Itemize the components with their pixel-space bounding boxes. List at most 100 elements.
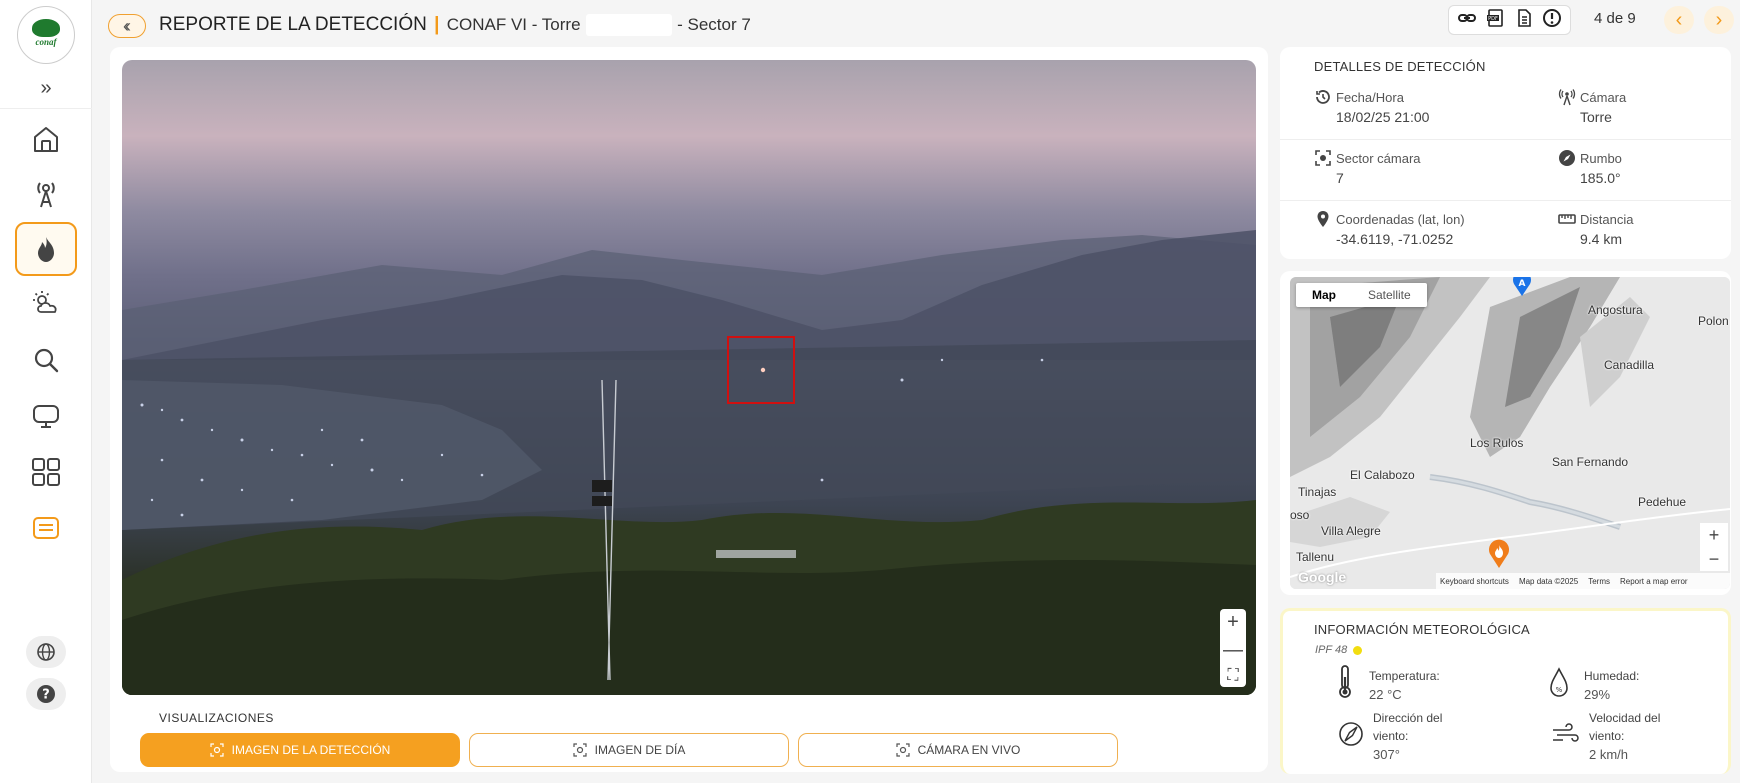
detail-bearing-value: 185.0°	[1580, 170, 1621, 186]
place-label: oso	[1290, 508, 1310, 522]
detail-sector-value: 7	[1336, 170, 1344, 186]
tab-live-camera[interactable]: CÁMARA EN VIVO	[798, 733, 1118, 767]
help-icon: ?	[37, 685, 55, 703]
tab-detection-image-label: IMAGEN DE LA DETECCIÓN	[231, 743, 391, 757]
detail-sector: Sector cámara 7	[1314, 149, 1421, 186]
expand-sidebar-button[interactable]: »	[30, 76, 62, 100]
detail-distance-value: 9.4 km	[1580, 231, 1623, 247]
logo-mark: conaf	[24, 19, 68, 51]
zoom-out-button[interactable]: —	[1223, 639, 1243, 662]
detail-distance: Distancia 9.4 km	[1558, 210, 1633, 247]
zoom-in-button[interactable]: +	[1227, 611, 1239, 634]
report-map-error-link[interactable]: Report a map error	[1620, 577, 1688, 586]
fire-pin-icon	[1489, 539, 1509, 568]
clock-history-icon	[1316, 90, 1330, 104]
report-toolbar: PDF	[1448, 5, 1571, 35]
back-button[interactable]: ‹‹	[108, 14, 146, 38]
map-type-control: Map Satellite	[1296, 283, 1427, 307]
place-label: Tinajas	[1298, 485, 1337, 499]
conaf-logo[interactable]: conaf	[17, 6, 75, 64]
sidebar-item-antennas[interactable]	[15, 167, 77, 221]
title-text: REPORTE DE LA DETECCIÓN	[159, 14, 427, 36]
detail-camera-value: Torre	[1580, 109, 1612, 125]
place-label: Canadilla	[1604, 358, 1655, 372]
wind-speed-icon	[1551, 715, 1579, 758]
place-label: Pedehue	[1638, 495, 1687, 509]
pdf-icon: PDF	[1487, 8, 1504, 27]
map-zoom-out-button[interactable]: −	[1709, 549, 1720, 570]
fire-icon	[38, 237, 54, 262]
place-label: Polon	[1698, 314, 1729, 328]
ipf-value: IPF 48	[1315, 644, 1348, 656]
logo-text: conaf	[35, 37, 57, 47]
wind-speed-value: 2 km/h	[1589, 747, 1629, 762]
weather-heading: INFORMACIÓN METEOROLÓGICA	[1314, 622, 1530, 637]
weather-wind-speed: Velocidad del viento: 2 km/h	[1589, 709, 1660, 762]
map-zoom-in-button[interactable]: +	[1709, 525, 1720, 546]
weather-humidity: Humedad: 29%	[1584, 667, 1639, 702]
monitor-icon	[33, 405, 59, 428]
detection-counter: 4 de 9	[1594, 10, 1636, 27]
detection-photo[interactable]	[122, 60, 1256, 695]
detail-camera: Cámara Torre	[1558, 88, 1626, 125]
tab-day-image[interactable]: IMAGEN DE DÍA	[469, 733, 789, 767]
sidebar-item-dashboard[interactable]	[15, 445, 77, 499]
export-document-button[interactable]	[1514, 8, 1534, 33]
sidebar-item-reports[interactable]	[15, 501, 77, 555]
copy-link-button[interactable]	[1457, 8, 1477, 33]
title-separator: |	[434, 14, 440, 36]
weather-wind-direction: Dirección del viento: 307°	[1373, 709, 1442, 762]
fullscreen-button[interactable]: ⛶	[1227, 667, 1238, 685]
globe-icon	[37, 643, 55, 661]
sidebar-item-monitor[interactable]	[15, 389, 77, 443]
language-button[interactable]	[26, 636, 66, 668]
detail-coordinates-value: -34.6119, -71.0252	[1336, 231, 1454, 247]
location-pin-icon	[1317, 211, 1329, 227]
export-pdf-button[interactable]: PDF	[1485, 8, 1505, 33]
map-type-satellite[interactable]: Satellite	[1352, 283, 1427, 307]
chevrons-right-icon: »	[40, 76, 52, 99]
detail-bearing: Rumbo 185.0°	[1558, 149, 1622, 186]
detection-point	[760, 367, 766, 373]
tab-detection-image[interactable]: IMAGEN DE LA DETECCIÓN	[140, 733, 460, 767]
next-detection-button[interactable]: ›	[1704, 6, 1734, 34]
sidebar: conaf » ?	[0, 0, 92, 783]
humidity-label: Humedad:	[1584, 669, 1640, 683]
previous-detection-button[interactable]: ‹	[1664, 6, 1694, 34]
map-type-map[interactable]: Map	[1296, 283, 1352, 307]
keyboard-shortcuts-link[interactable]: Keyboard shortcuts	[1440, 577, 1509, 586]
help-button[interactable]: ?	[26, 678, 66, 710]
wind-direction-label-1: Dirección del	[1373, 711, 1443, 725]
place-label: Los Rulos	[1470, 436, 1524, 450]
sidebar-item-search[interactable]	[15, 333, 77, 387]
detail-bearing-label: Rumbo	[1580, 150, 1622, 166]
map-zoom-controls: + −	[1700, 523, 1728, 571]
terms-link[interactable]: Terms	[1588, 577, 1610, 586]
ipf-indicator: IPF 48	[1315, 644, 1363, 656]
focus-icon	[1315, 150, 1331, 166]
report-issue-button[interactable]	[1542, 8, 1562, 33]
antenna-icon	[1558, 89, 1576, 106]
details-divider	[1280, 139, 1731, 140]
detail-distance-label: Distancia	[1580, 211, 1634, 227]
detail-datetime-value: 18/02/25 21:00	[1336, 109, 1430, 125]
antenna-icon	[37, 182, 55, 208]
wind-speed-label-2: viento:	[1589, 729, 1625, 743]
tab-day-image-label: IMAGEN DE DÍA	[594, 743, 686, 757]
grid-icon	[32, 458, 60, 486]
camera-marker-label: A	[1519, 279, 1526, 289]
map-card: Map Satellite Angostura Polon Canadilla …	[1280, 271, 1731, 595]
sidebar-item-detections[interactable]	[15, 222, 77, 276]
compass-icon	[1559, 150, 1575, 166]
chevron-right-icon: ›	[1715, 8, 1723, 31]
search-icon	[34, 348, 59, 373]
sidebar-item-weather[interactable]	[15, 277, 77, 331]
detail-coordinates: Coordenadas (lat, lon) -34.6119, -71.025…	[1314, 210, 1465, 247]
detail-sector-label: Sector cámara	[1336, 150, 1421, 166]
location-map[interactable]: Map Satellite Angostura Polon Canadilla …	[1290, 277, 1730, 589]
home-icon	[34, 127, 58, 152]
detail-camera-label: Cámara	[1580, 89, 1627, 105]
sidebar-item-home[interactable]	[15, 112, 77, 166]
map-attribution: Keyboard shortcuts Map data ©2025 Terms …	[1436, 573, 1730, 589]
wind-direction-icon	[1337, 715, 1365, 758]
